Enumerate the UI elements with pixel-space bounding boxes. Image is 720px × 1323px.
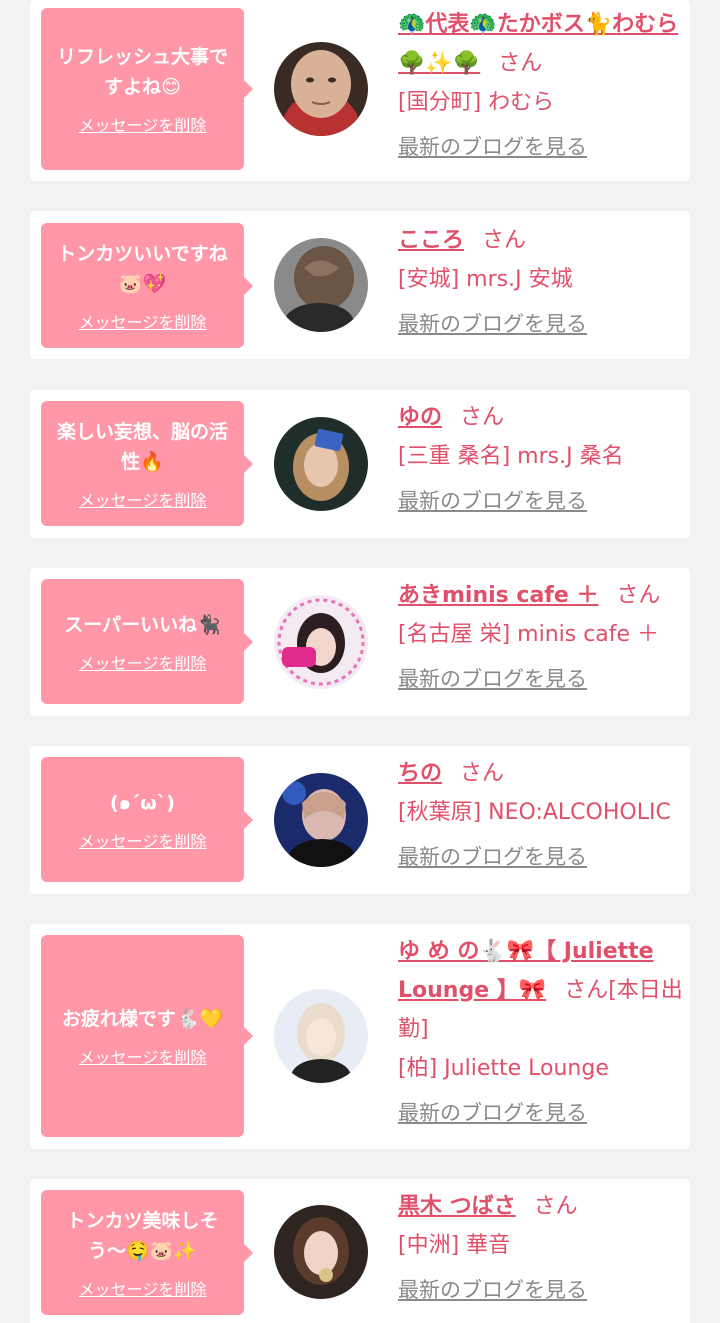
user-info: ちの さん [秋葉原] NEO:ALCOHOLIC 最新のブログを見る <box>398 754 684 872</box>
user-info: 🦚代表🦚たかボス🐈わむら🌳✨🌳 さん [国分町] わむら 最新のブログを見る <box>398 5 684 162</box>
latest-blog-link[interactable]: 最新のブログを見る <box>398 309 587 339</box>
user-info: あきminis cafe ＋ さん [名古屋 栄] minis cafe ＋ 最新… <box>398 576 684 694</box>
user-avatar[interactable] <box>274 42 368 136</box>
message-bubble: スーパーいいね🐈‍⬛ メッセージを削除 <box>41 579 253 704</box>
latest-blog-link[interactable]: 最新のブログを見る <box>398 486 587 516</box>
latest-blog-link[interactable]: 最新のブログを見る <box>398 664 587 694</box>
honorific: さん <box>460 761 505 786</box>
message-card: 楽しい妄想、脳の活性🔥 メッセージを削除 ゆの さん [三重 桑名] mrs.J … <box>30 390 690 538</box>
latest-blog-link[interactable]: 最新のブログを見る <box>398 1098 587 1128</box>
message-text: トンカツ美味しそう〜🤤🐷✨ <box>66 1209 219 1262</box>
user-info: ゆ め の🐇🎀【 Juliette Lounge 】🎀 さん[本日出勤] [柏] … <box>398 932 684 1128</box>
message-card: (๑´ω`) メッセージを削除 ちの さん [秋葉原] NEO:ALCOHOLIC… <box>30 746 690 894</box>
message-text: 楽しい妄想、脳の活性🔥 <box>56 420 228 473</box>
message-text: トンカツいいですね🐷💖 <box>57 242 228 295</box>
message-card: リフレッシュ大事ですよね😊 メッセージを削除 🦚代表🦚たかボス🐈わむら🌳✨🌳 さん… <box>30 0 690 181</box>
user-avatar[interactable] <box>274 989 368 1083</box>
delete-message-link[interactable]: メッセージを削除 <box>79 112 207 136</box>
name-line: こころ さん <box>398 221 684 260</box>
message-bubble: 楽しい妄想、脳の活性🔥 メッセージを削除 <box>41 401 253 526</box>
honorific: さん <box>482 228 527 253</box>
user-avatar[interactable] <box>274 773 368 867</box>
name-line: ちの さん <box>398 754 684 793</box>
honorific: さん <box>460 405 505 430</box>
shop-label: [中洲] 華音 <box>398 1233 511 1258</box>
user-info: こころ さん [安城] mrs.J 安城 最新のブログを見る <box>398 221 684 339</box>
user-name-link[interactable]: 黒木 つばさ <box>398 1194 516 1219</box>
name-line: 🦚代表🦚たかボス🐈わむら🌳✨🌳 さん <box>398 5 684 83</box>
name-line: ゆ め の🐇🎀【 Juliette Lounge 】🎀 さん[本日出勤] <box>398 932 684 1049</box>
message-card: お疲れ様です🐇💛 メッセージを削除 ゆ め の🐇🎀【 Juliette Loun… <box>30 924 690 1149</box>
user-avatar[interactable] <box>274 238 368 332</box>
user-avatar[interactable] <box>274 417 368 511</box>
message-text: お疲れ様です🐇💛 <box>61 1008 224 1030</box>
delete-message-link[interactable]: メッセージを削除 <box>79 1044 207 1068</box>
message-bubble: トンカツいいですね🐷💖 メッセージを削除 <box>41 223 253 348</box>
latest-blog-link[interactable]: 最新のブログを見る <box>398 1275 587 1305</box>
user-name-link[interactable]: こころ <box>398 228 464 253</box>
message-bubble: お疲れ様です🐇💛 メッセージを削除 <box>41 935 253 1137</box>
user-name-link[interactable]: ゆの <box>398 405 442 430</box>
user-avatar[interactable] <box>274 595 368 689</box>
delete-message-link[interactable]: メッセージを削除 <box>79 309 207 333</box>
name-line: あきminis cafe ＋ さん <box>398 576 684 615</box>
delete-message-link[interactable]: メッセージを削除 <box>79 828 207 852</box>
shop-label: [三重 桑名] mrs.J 桑名 <box>398 444 624 469</box>
user-name-link[interactable]: あきminis cafe ＋ <box>398 583 598 608</box>
user-info: ゆの さん [三重 桑名] mrs.J 桑名 最新のブログを見る <box>398 398 684 516</box>
honorific: さん <box>533 1194 578 1219</box>
honorific: さん <box>616 583 661 608</box>
message-card: トンカツいいですね🐷💖 メッセージを削除 こころ さん [安城] mrs.J 安城… <box>30 211 690 359</box>
message-bubble: リフレッシュ大事ですよね😊 メッセージを削除 <box>41 8 253 170</box>
message-text: (๑´ω`) <box>110 791 175 814</box>
latest-blog-link[interactable]: 最新のブログを見る <box>398 132 587 162</box>
name-line: ゆの さん <box>398 398 684 437</box>
name-line: 黒木 つばさ さん <box>398 1187 684 1226</box>
user-avatar[interactable] <box>274 1205 368 1299</box>
message-card: スーパーいいね🐈‍⬛ メッセージを削除 あきminis cafe ＋ さん [名古… <box>30 568 690 716</box>
message-text: リフレッシュ大事ですよね😊 <box>56 46 228 98</box>
user-name-link[interactable]: ちの <box>398 761 442 786</box>
message-card: トンカツ美味しそう〜🤤🐷✨ メッセージを削除 黒木 つばさ さん [中洲] 華音 … <box>30 1179 690 1323</box>
shop-label: [名古屋 栄] minis cafe ＋ <box>398 622 660 647</box>
honorific: さん <box>498 51 543 76</box>
delete-message-link[interactable]: メッセージを削除 <box>79 650 207 674</box>
shop-label: [国分町] わむら <box>398 90 555 115</box>
message-bubble: トンカツ美味しそう〜🤤🐷✨ メッセージを削除 <box>41 1190 253 1315</box>
message-text: スーパーいいね🐈‍⬛ <box>64 613 221 636</box>
delete-message-link[interactable]: メッセージを削除 <box>79 1276 207 1300</box>
user-info: 黒木 つばさ さん [中洲] 華音 最新のブログを見る <box>398 1187 684 1305</box>
shop-label: [安城] mrs.J 安城 <box>398 267 573 292</box>
latest-blog-link[interactable]: 最新のブログを見る <box>398 842 587 872</box>
shop-label: [秋葉原] NEO:ALCOHOLIC <box>398 800 671 825</box>
shop-label: [柏] Juliette Lounge <box>398 1056 609 1081</box>
delete-message-link[interactable]: メッセージを削除 <box>79 487 207 511</box>
message-bubble: (๑´ω`) メッセージを削除 <box>41 757 253 882</box>
